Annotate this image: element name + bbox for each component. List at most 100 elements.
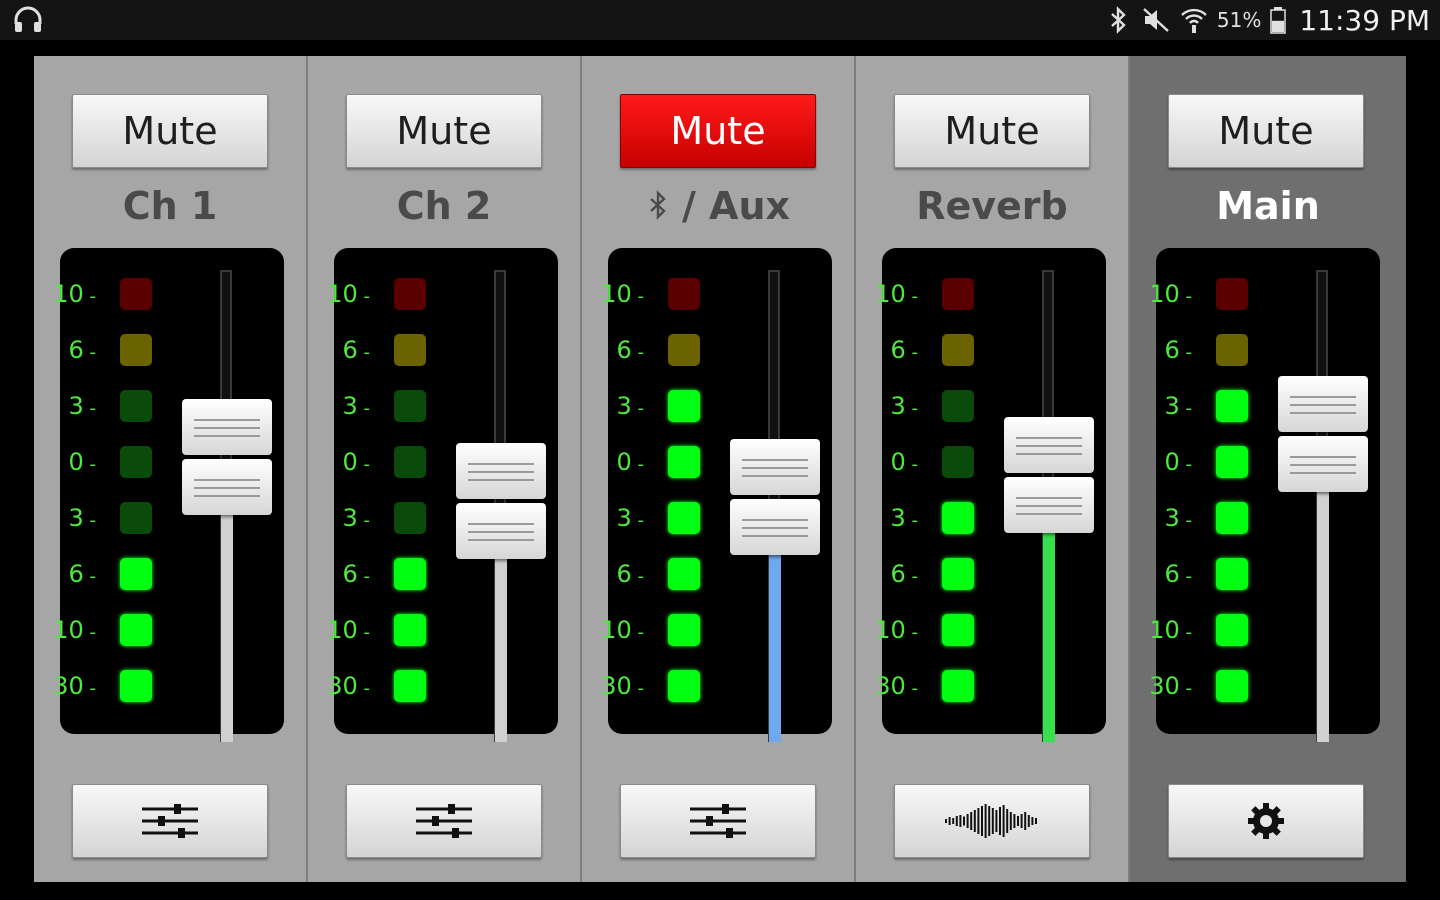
fader-cap-top [1278, 376, 1368, 432]
channel-label-ch1: Ch 1 [34, 184, 306, 228]
fader-grip-line [1016, 437, 1082, 439]
meter-tick-label: 10 [1149, 612, 1192, 651]
meter-row: 3 [1156, 500, 1256, 536]
fader-grip-line [1290, 396, 1356, 398]
meter-row: 6 [1156, 332, 1256, 368]
meter-row: 3 [882, 500, 982, 536]
meter-led [942, 446, 974, 478]
meter-led [394, 502, 426, 534]
fader-grip-line [742, 459, 808, 461]
meter-row: 0 [334, 444, 434, 480]
meter-row: 6 [608, 332, 708, 368]
fader-cap-top [182, 399, 272, 455]
meter-tick-label: 6 [343, 332, 371, 371]
meter-tick-label: 6 [1165, 332, 1193, 371]
meter-row: 10 [875, 276, 982, 312]
fader-cap-bottom [730, 499, 820, 555]
meter-tick-label: 3 [69, 500, 97, 539]
fader-grip-line [194, 487, 260, 489]
meter-row: 0 [882, 444, 982, 480]
meter-led [668, 614, 700, 646]
mute-button-reverb[interactable]: Mute [894, 94, 1090, 168]
tool-button-reverb[interactable] [894, 784, 1090, 858]
meter-led [120, 446, 152, 478]
meter-row: 6 [60, 556, 160, 592]
meter-led [668, 334, 700, 366]
fader-grip-line [742, 535, 808, 537]
meter-row: 10 [1149, 612, 1256, 648]
meter-led [120, 390, 152, 422]
battery-percent: 51% [1216, 8, 1262, 32]
fader-grip-line [1016, 445, 1082, 447]
fader-grip-line [742, 519, 808, 521]
fader-grip-line [468, 471, 534, 473]
meter-led [942, 670, 974, 702]
meter-tick-label: 6 [343, 556, 371, 595]
mute-button-ch2[interactable]: Mute [346, 94, 542, 168]
fader-grip-line [1016, 497, 1082, 499]
meter-led [120, 502, 152, 534]
fader-grip-line [194, 435, 260, 437]
meter-row: 6 [1156, 556, 1256, 592]
meter-led [1216, 502, 1248, 534]
fader-grip-line [1290, 456, 1356, 458]
fader-handle-ch1[interactable] [182, 399, 272, 515]
meter-row: 3 [60, 500, 160, 536]
meter-tick-label: 0 [891, 444, 919, 483]
eq-sliders-icon [140, 801, 200, 841]
fader-handle-main[interactable] [1278, 376, 1368, 492]
fader-level-fill [1043, 517, 1055, 742]
fader-handle-reverb[interactable] [1004, 417, 1094, 533]
fader-grip-line [1290, 472, 1356, 474]
meter-tick-label: 30 [1149, 668, 1192, 707]
fader-level-fill [1317, 476, 1329, 742]
meter-tick-label: 10 [327, 612, 370, 651]
meter-led [942, 334, 974, 366]
tool-button-main[interactable] [1168, 784, 1364, 858]
fader-grip-line [468, 463, 534, 465]
meter-led [668, 502, 700, 534]
eq-sliders-icon [414, 801, 474, 841]
mute-button-ch1[interactable]: Mute [72, 94, 268, 168]
channel-label-text: Reverb [916, 184, 1068, 228]
meter-row: 3 [1156, 388, 1256, 424]
tool-button-ch1[interactable] [72, 784, 268, 858]
channel-label-main: Main [1130, 184, 1406, 228]
fader-grip-line [1016, 453, 1082, 455]
mute-speaker-icon [1143, 8, 1169, 32]
channel-strip-ch2: MuteCh 210630361030 [308, 56, 582, 882]
tool-button-ch2[interactable] [346, 784, 542, 858]
meter-led [668, 558, 700, 590]
meter-row: 30 [53, 668, 160, 704]
level-meter-ch1: 10630361030 [53, 248, 284, 742]
channel-label-reverb: Reverb [856, 184, 1128, 228]
meter-row: 3 [60, 388, 160, 424]
meter-tick-label: 10 [53, 612, 96, 651]
meter-led [394, 334, 426, 366]
fader-handle-ch2[interactable] [456, 443, 546, 559]
meter-tick-label: 10 [601, 276, 644, 315]
meter-tick-label: 30 [875, 668, 918, 707]
eq-sliders-icon [688, 801, 748, 841]
meter-row: 0 [608, 444, 708, 480]
tool-button-aux[interactable] [620, 784, 816, 858]
fader-cap-bottom [1004, 477, 1094, 533]
bluetooth-icon [650, 190, 666, 220]
fader-handle-aux[interactable] [730, 439, 820, 555]
meter-tick-label: 3 [617, 500, 645, 539]
mute-button-aux[interactable]: Mute [620, 94, 816, 168]
mute-button-main[interactable]: Mute [1168, 94, 1364, 168]
meter-tick-label: 10 [53, 276, 96, 315]
meter-tick-label: 6 [891, 332, 919, 371]
meter-tick-label: 6 [617, 332, 645, 371]
meter-led [1216, 334, 1248, 366]
battery-icon [1270, 7, 1287, 34]
clock: 11:39 PM [1299, 3, 1430, 37]
level-meter-ch2: 10630361030 [327, 248, 558, 742]
meter-tick-label: 3 [343, 500, 371, 539]
fader-grip-line [1016, 505, 1082, 507]
meter-led [1216, 670, 1248, 702]
fader-cap-top [1004, 417, 1094, 473]
fader-grip-line [1016, 513, 1082, 515]
meter-tick-label: 3 [69, 388, 97, 427]
